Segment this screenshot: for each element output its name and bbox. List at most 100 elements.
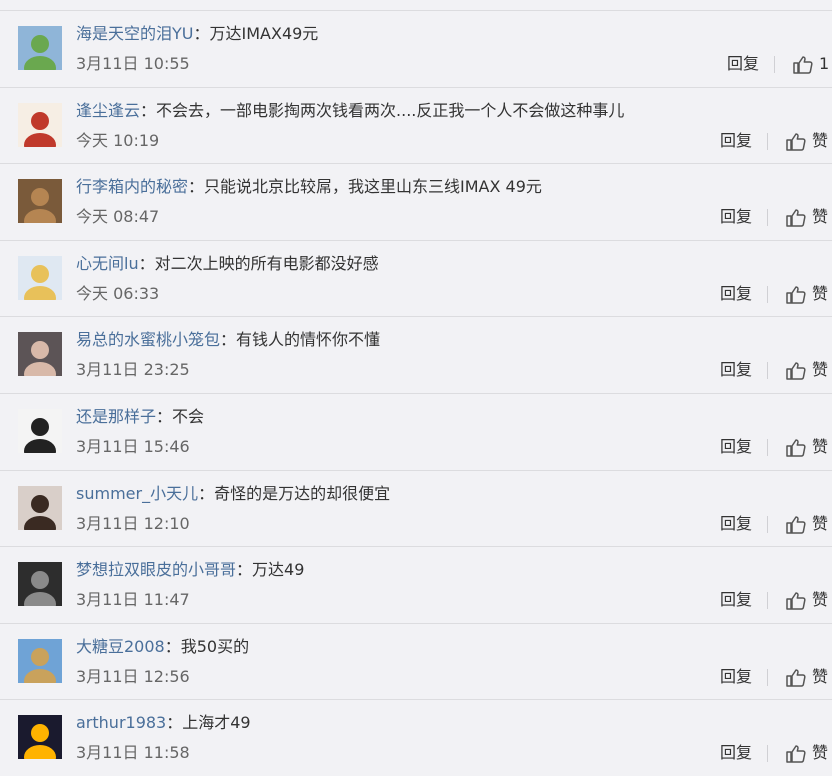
comment-line: 易总的水蜜桃小笼包：有钱人的情怀你不懂 [76,329,380,351]
colon-separator: ： [193,24,210,43]
thumbs-up-icon [793,56,813,74]
username-link[interactable]: arthur1983 [76,713,166,732]
comment-time: 3月11日 11:47 [76,590,190,610]
reply-button[interactable]: 回复 [720,666,752,688]
thumbs-up-icon [786,209,806,227]
sketch-portrait-avatar [18,408,62,453]
colon-separator: ： [156,406,173,426]
username-link[interactable]: 逢尘逢云 [76,101,140,120]
like-count: 赞 [812,513,829,533]
reply-button[interactable]: 回复 [720,742,752,764]
comment-text: 不会 [172,406,205,426]
like-count: 赞 [812,743,829,763]
username-link[interactable]: 还是那样子 [76,407,156,426]
comment-time: 3月11日 15:46 [76,436,190,456]
thumbs-up-icon [786,132,806,151]
comment-text: 我50买的 [180,636,250,656]
comment-time: 3月11日 23:25 [76,360,190,380]
reply-button[interactable]: 回复 [720,359,752,381]
username-link[interactable]: 海是天空的泪YU [76,24,194,43]
comment-item: 海是天空的泪YU：万达IMAX49元 3月11日 10:55 回复 1 [0,10,832,87]
comment-item: 大糖豆2008：我50买的 3月11日 12:56 回复 赞 [0,622,832,700]
avatar[interactable] [18,562,62,607]
colon-separator: ： [166,713,183,733]
cartoon-girl-avatar [18,102,62,147]
username-link[interactable]: 大糖豆2008 [76,637,165,656]
action-divider [767,515,768,533]
comment-time: 今天 08:47 [76,207,160,227]
action-divider [767,285,768,303]
action-divider [767,438,768,456]
reply-button[interactable]: 回复 [727,53,759,75]
like-count: 赞 [812,130,829,150]
like-count: 赞 [812,666,829,686]
comment-item: 心无间lu：对二次上映的所有电影都没好感 今天 06:33 回复 赞 [0,239,832,317]
reply-button[interactable]: 回复 [720,283,752,305]
colon-separator: ： [164,636,181,656]
avatar[interactable] [18,102,62,147]
comment-list: 海是天空的泪YU：万达IMAX49元 3月11日 10:55 回复 1 逢尘逢云… [0,10,832,776]
portrait-photo-avatar [18,332,62,377]
like-count: 赞 [812,207,829,227]
comment-line: 心无间lu：对二次上映的所有电影都没好感 [76,253,379,275]
comment-time: 3月11日 10:55 [76,54,190,73]
comment-time: 今天 10:19 [76,130,160,150]
reply-button[interactable]: 回复 [720,130,752,152]
reply-button[interactable]: 回复 [720,589,752,611]
colon-separator: ： [188,177,205,197]
colon-separator: ： [140,100,157,120]
thumbs-up-icon [786,745,806,764]
comment-item: 逢尘逢云：不会去，一部电影掏两次钱看两次....反正我一个人不会做这种事儿 今天… [0,86,832,164]
username-link[interactable]: 梦想拉双眼皮的小哥哥 [76,560,236,579]
action-divider [767,592,768,610]
comment-text: 万达IMAX49元 [209,24,319,43]
avatar[interactable] [18,255,62,300]
sky-photo-avatar [18,638,62,683]
username-link[interactable]: 易总的水蜜桃小笼包 [76,330,220,349]
comment-line: 海是天空的泪YU：万达IMAX49元 [76,23,318,45]
comment-line: summer_小天儿：奇怪的是万达的却很便宜 [76,483,390,505]
avatar[interactable] [18,638,62,683]
anime-girl-avatar [18,255,62,300]
username-link[interactable]: summer_小天儿 [76,484,198,503]
comment-item: 易总的水蜜桃小笼包：有钱人的情怀你不懂 3月11日 23:25 回复 赞 [0,316,832,393]
comment-text: 奇怪的是万达的却很便宜 [214,483,391,503]
action-divider [767,132,768,150]
fire-photo-avatar [18,715,62,760]
comment-text: 对二次上映的所有电影都没好感 [154,253,379,273]
reply-button[interactable]: 回复 [720,206,752,228]
action-divider [767,745,768,763]
comment-text: 只能说北京比较屌，我这里山东三线IMAX 49元 [204,177,542,197]
thumbs-up-icon [786,439,806,457]
reply-button[interactable]: 回复 [720,513,752,535]
comment-text: 万达49 [252,560,305,580]
cat-photo-avatar [18,179,62,224]
username-link[interactable]: 行李箱内的秘密 [76,177,188,196]
comment-item: 梦想拉双眼皮的小哥哥：万达49 3月11日 11:47 回复 赞 [0,546,832,623]
comment-line: 梦想拉双眼皮的小哥哥：万达49 [76,559,304,581]
comment-text: 有钱人的情怀你不懂 [236,330,381,350]
avatar[interactable] [18,715,62,760]
comment-text: 不会去，一部电影掏两次钱看两次....反正我一个人不会做这种事儿 [156,100,625,120]
reply-button[interactable]: 回复 [720,436,752,458]
colon-separator: ： [198,483,215,503]
colon-separator: ： [236,560,253,580]
like-count: 赞 [812,283,829,303]
avatar[interactable] [18,26,62,70]
comment-text: 上海才49 [182,713,251,733]
avatar[interactable] [18,332,62,377]
thumbs-up-icon [786,515,806,534]
comment-item: 还是那样子：不会 3月11日 15:46 回复 赞 [0,392,832,470]
thumbs-up-icon [786,362,806,381]
like-count: 赞 [812,360,829,380]
comment-item: 行李箱内的秘密：只能说北京比较屌，我这里山东三线IMAX 49元 今天 08:4… [0,163,832,240]
avatar[interactable] [18,179,62,224]
username-link[interactable]: 心无间lu [76,254,139,273]
avatar[interactable] [18,408,62,453]
colon-separator: ： [220,330,237,350]
avatar[interactable] [18,485,62,530]
like-count: 1 [819,54,830,73]
action-divider [767,668,768,686]
comment-item: arthur1983：上海才49 3月11日 11:58 回复 赞 [0,699,832,776]
thumbs-up-icon [786,592,806,610]
